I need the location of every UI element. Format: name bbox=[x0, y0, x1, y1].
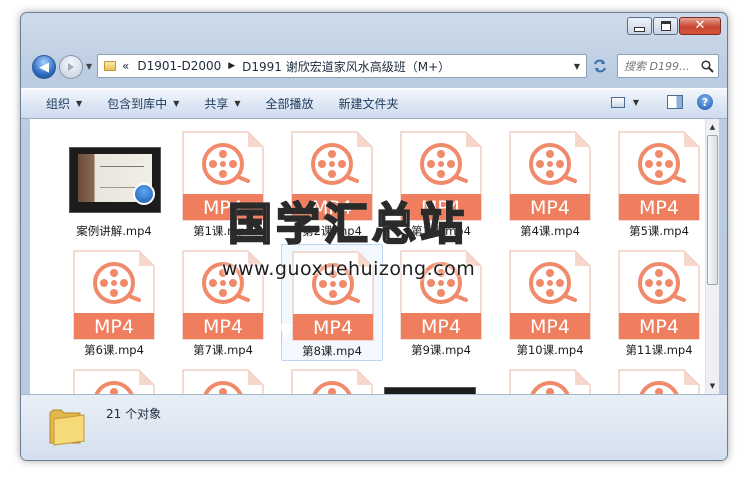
close-icon: ✕ bbox=[694, 18, 706, 33]
file-item[interactable] bbox=[384, 363, 492, 394]
minimize-button[interactable] bbox=[627, 17, 652, 35]
mp4-file-icon: MP4 bbox=[291, 369, 373, 394]
watermark-url: www.guoxuehuizong.com bbox=[222, 258, 476, 280]
share-button[interactable]: 共享 ▼ bbox=[204, 95, 240, 112]
search-box[interactable] bbox=[617, 54, 719, 78]
mp4-file-icon: MP4 bbox=[509, 250, 591, 340]
file-item[interactable]: MP4 第5课.mp4 bbox=[608, 125, 710, 242]
file-grid[interactable]: 案例讲解.mp4 MP4 第1课.mp4 MP4 第2课.mp4 MP4 第3课.mp4 MP… bbox=[30, 119, 714, 394]
mouse-cursor-icon bbox=[279, 324, 293, 340]
refresh-icon bbox=[594, 59, 606, 73]
organize-label: 组织 bbox=[46, 97, 71, 111]
search-input[interactable] bbox=[624, 59, 694, 73]
caption-buttons: ✕ bbox=[626, 17, 721, 35]
scroll-down-icon[interactable]: ▼ bbox=[706, 379, 719, 393]
mp4-file-icon: MP4 bbox=[73, 369, 155, 394]
breadcrumb-item-current[interactable]: D1991 谢欣宏道家风水高级班（M+） bbox=[242, 58, 450, 75]
chevron-down-icon: ▼ bbox=[76, 99, 83, 108]
file-item[interactable]: MP4 第4课.mp4 bbox=[499, 125, 601, 242]
play-all-label: 全部播放 bbox=[265, 97, 314, 111]
forward-arrow-icon bbox=[68, 63, 74, 71]
svg-text:MP4: MP4 bbox=[639, 197, 679, 219]
svg-text:MP4: MP4 bbox=[530, 197, 570, 219]
mp4-file-icon: MP4 bbox=[182, 369, 264, 394]
media-player-badge-icon bbox=[133, 183, 155, 205]
vertical-scrollbar[interactable]: ▲ ▼ bbox=[705, 119, 719, 394]
breadcrumb-separator-icon[interactable]: ▶ bbox=[228, 61, 235, 71]
include-in-library-label: 包含到库中 bbox=[107, 97, 168, 111]
back-button[interactable]: ◀ bbox=[32, 55, 56, 79]
new-folder-label: 新建文件夹 bbox=[338, 97, 399, 111]
chevron-down-icon: ▼ bbox=[234, 99, 241, 108]
include-in-library-button[interactable]: 包含到库中 ▼ bbox=[107, 95, 179, 112]
close-button[interactable]: ✕ bbox=[679, 17, 721, 35]
toolbar-right-group: ▼ ? bbox=[610, 94, 713, 110]
mp4-file-icon: MP4 bbox=[509, 369, 591, 394]
preview-pane-icon[interactable] bbox=[667, 95, 683, 109]
svg-text:MP4: MP4 bbox=[530, 316, 570, 338]
address-bar[interactable]: « D1901-D2000 ▶ D1991 谢欣宏道家风水高级班（M+） ▼ bbox=[97, 54, 587, 78]
back-arrow-icon: ◀ bbox=[39, 59, 49, 75]
refresh-button[interactable] bbox=[589, 54, 611, 78]
file-name-label: 第5课.mp4 bbox=[629, 224, 689, 238]
recent-pages-dropdown[interactable]: ▼ bbox=[86, 62, 92, 71]
svg-text:MP4: MP4 bbox=[313, 317, 353, 339]
address-dropdown-icon[interactable]: ▼ bbox=[574, 62, 580, 71]
view-options-dropdown-icon[interactable]: ▼ bbox=[633, 98, 639, 107]
file-name-label: 第11课.mp4 bbox=[625, 343, 693, 357]
watermark-title: 国学汇总站 bbox=[227, 198, 468, 251]
breadcrumb-overflow[interactable]: « bbox=[122, 59, 129, 73]
file-name-label: 第9课.mp4 bbox=[411, 343, 471, 357]
new-folder-button[interactable]: 新建文件夹 bbox=[339, 95, 399, 112]
change-view-icon[interactable] bbox=[610, 96, 625, 108]
object-count: 21 个对象 bbox=[106, 407, 162, 421]
minimize-icon bbox=[634, 26, 645, 32]
scrollbar-thumb[interactable] bbox=[707, 135, 718, 285]
share-label: 共享 bbox=[204, 97, 229, 111]
file-name-label: 案例讲解.mp4 bbox=[76, 224, 152, 238]
svg-text:MP4: MP4 bbox=[94, 316, 134, 338]
maximize-button[interactable] bbox=[653, 17, 678, 35]
mp4-file-icon: MP4 bbox=[509, 131, 591, 221]
file-name-label: 第6课.mp4 bbox=[84, 343, 144, 357]
file-item[interactable]: MP4 bbox=[63, 363, 165, 394]
search-icon[interactable] bbox=[701, 59, 714, 73]
file-item[interactable]: 案例讲解.mp4 bbox=[63, 125, 165, 242]
forward-button[interactable] bbox=[59, 55, 83, 79]
svg-text:MP4: MP4 bbox=[203, 316, 243, 338]
mp4-file-icon: MP4 bbox=[618, 131, 700, 221]
organize-button[interactable]: 组织 ▼ bbox=[46, 95, 82, 112]
scroll-up-icon[interactable]: ▲ bbox=[706, 120, 719, 134]
file-item[interactable]: MP4 bbox=[281, 363, 383, 394]
command-bar: 组织 ▼ 包含到库中 ▼ 共享 ▼ 全部播放 新建文件夹 ▼ ? bbox=[21, 88, 727, 119]
folder-icon bbox=[49, 409, 85, 446]
details-pane: 21 个对象 bbox=[21, 394, 727, 460]
svg-text:MP4: MP4 bbox=[639, 316, 679, 338]
video-thumbnail bbox=[384, 387, 476, 394]
help-icon[interactable]: ? bbox=[697, 94, 713, 110]
file-name-label: 第4课.mp4 bbox=[520, 224, 580, 238]
maximize-icon bbox=[660, 21, 671, 31]
file-item[interactable]: MP4 bbox=[608, 363, 710, 394]
file-item[interactable]: MP4 第10课.mp4 bbox=[499, 244, 601, 361]
chevron-down-icon: ▼ bbox=[173, 99, 180, 108]
file-item[interactable]: MP4 第6课.mp4 bbox=[63, 244, 165, 361]
breadcrumb-item-parent[interactable]: D1901-D2000 bbox=[137, 59, 221, 73]
mp4-file-icon: MP4 bbox=[618, 250, 700, 340]
file-name-label: 第8课.mp4 bbox=[302, 344, 362, 358]
file-item[interactable]: MP4 bbox=[172, 363, 274, 394]
svg-text:MP4: MP4 bbox=[421, 316, 461, 338]
navigation-bar: ◀ ▼ « D1901-D2000 ▶ D1991 谢欣宏道家风水高级班（M+）… bbox=[29, 53, 719, 81]
file-name-label: 第10课.mp4 bbox=[516, 343, 584, 357]
file-item[interactable]: MP4 bbox=[499, 363, 601, 394]
mp4-file-icon: MP4 bbox=[618, 369, 700, 394]
mp4-file-icon: MP4 bbox=[73, 250, 155, 340]
play-all-button[interactable]: 全部播放 bbox=[266, 95, 314, 112]
file-item[interactable]: MP4 第11课.mp4 bbox=[608, 244, 710, 361]
folder-icon bbox=[104, 61, 116, 71]
file-name-label: 第7课.mp4 bbox=[193, 343, 253, 357]
